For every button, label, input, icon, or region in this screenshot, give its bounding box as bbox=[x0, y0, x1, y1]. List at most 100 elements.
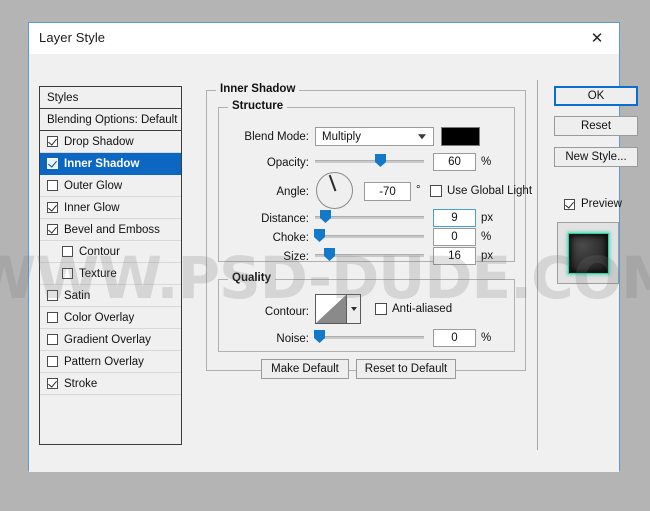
opacity-input[interactable]: 60 bbox=[433, 153, 476, 171]
distance-slider-track bbox=[315, 216, 424, 219]
style-list-item-drop-shadow[interactable]: Drop Shadow bbox=[40, 131, 181, 153]
style-list-item-texture[interactable]: Texture bbox=[40, 263, 181, 285]
styles-header-label: Styles bbox=[47, 91, 79, 104]
noise-value: 0 bbox=[451, 332, 458, 344]
preview-checkbox-box[interactable] bbox=[564, 198, 575, 210]
reset-to-default-button[interactable]: Reset to Default bbox=[356, 359, 456, 379]
contour-label: Contour: bbox=[264, 306, 309, 318]
contour-dropdown-button[interactable] bbox=[347, 294, 361, 324]
style-list-item-label: Texture bbox=[79, 267, 117, 280]
noise-label: Noise: bbox=[276, 333, 309, 345]
style-list-item-inner-glow[interactable]: Inner Glow bbox=[40, 197, 181, 219]
preview-checkbox[interactable]: Preview bbox=[564, 198, 622, 210]
noise-slider-thumb[interactable] bbox=[314, 330, 325, 343]
reset-to-default-label: Reset to Default bbox=[364, 363, 448, 375]
angle-input[interactable]: -70 bbox=[364, 182, 411, 201]
style-list-item-label: Stroke bbox=[64, 377, 98, 390]
use-global-light-checkbox[interactable]: Use Global Light bbox=[430, 185, 532, 197]
preview-checkbox-label: Preview bbox=[581, 198, 622, 210]
angle-unit: ° bbox=[416, 184, 421, 196]
style-list-item-checkbox[interactable] bbox=[62, 246, 73, 257]
noise-slider[interactable] bbox=[314, 330, 424, 344]
anti-aliased-box[interactable] bbox=[375, 303, 387, 315]
ok-button-label: OK bbox=[587, 90, 605, 102]
angle-label: Angle: bbox=[276, 186, 309, 198]
size-input[interactable]: 16 bbox=[433, 247, 476, 265]
reset-button[interactable]: Reset bbox=[554, 116, 638, 136]
style-list-item-checkbox[interactable] bbox=[47, 136, 58, 147]
choke-slider-thumb[interactable] bbox=[314, 229, 325, 242]
shadow-color-swatch[interactable] bbox=[441, 127, 480, 146]
blend-mode-label: Blend Mode: bbox=[244, 131, 309, 143]
distance-unit: px bbox=[481, 212, 494, 224]
opacity-slider-thumb[interactable] bbox=[375, 154, 386, 167]
quality-group-title: Quality bbox=[228, 272, 275, 284]
distance-label: Distance: bbox=[261, 213, 309, 225]
style-list-item-pattern-overlay[interactable]: Pattern Overlay bbox=[40, 351, 181, 373]
style-list-item-label: Pattern Overlay bbox=[64, 355, 144, 368]
contour-preset-swatch[interactable] bbox=[315, 294, 347, 324]
angle-value: -70 bbox=[379, 185, 396, 198]
new-style-button[interactable]: New Style... bbox=[554, 147, 638, 167]
style-list-item-checkbox[interactable] bbox=[62, 268, 73, 279]
quality-group: Quality Contour: Anti-aliased Noise: 0 % bbox=[218, 272, 515, 352]
angle-dial-needle bbox=[328, 174, 336, 191]
size-unit: px bbox=[481, 250, 494, 262]
blend-mode-select[interactable]: Multiply bbox=[315, 127, 434, 146]
style-list-item-label: Outer Glow bbox=[64, 179, 123, 192]
opacity-slider[interactable] bbox=[315, 154, 424, 168]
style-list-item-bevel-and-emboss[interactable]: Bevel and Emboss bbox=[40, 219, 181, 241]
style-list-item-label: Color Overlay bbox=[64, 311, 135, 324]
style-list-item-contour[interactable]: Contour bbox=[40, 241, 181, 263]
style-list-item-satin[interactable]: Satin bbox=[40, 285, 181, 307]
contour-curve-graphic bbox=[316, 295, 346, 323]
reset-button-label: Reset bbox=[580, 120, 612, 132]
ok-button[interactable]: OK bbox=[554, 86, 638, 106]
opacity-slider-track bbox=[315, 160, 424, 163]
blend-mode-value: Multiply bbox=[322, 130, 361, 143]
style-list-item-label: Bevel and Emboss bbox=[64, 223, 160, 236]
styles-list-empty-area bbox=[40, 395, 181, 444]
style-list-item-checkbox[interactable] bbox=[47, 224, 58, 235]
structure-group-title: Structure bbox=[228, 100, 288, 112]
style-list-item-outer-glow[interactable]: Outer Glow bbox=[40, 175, 181, 197]
style-list-item-checkbox[interactable] bbox=[47, 290, 58, 301]
chevron-down-icon bbox=[350, 307, 357, 311]
style-list-item-checkbox[interactable] bbox=[47, 378, 58, 389]
style-list-item-blending-options-default[interactable]: Blending Options: Default bbox=[40, 109, 181, 131]
distance-slider[interactable] bbox=[315, 210, 424, 224]
distance-value: 9 bbox=[451, 212, 458, 224]
style-list-item-checkbox[interactable] bbox=[47, 158, 58, 169]
opacity-unit: % bbox=[481, 156, 492, 168]
anti-aliased-checkbox[interactable]: Anti-aliased bbox=[375, 303, 452, 315]
style-list-item-label: Inner Shadow bbox=[64, 157, 140, 170]
style-list-item-stroke[interactable]: Stroke bbox=[40, 373, 181, 395]
choke-input[interactable]: 0 bbox=[433, 228, 476, 246]
use-global-light-box[interactable] bbox=[430, 185, 442, 197]
make-default-button[interactable]: Make Default bbox=[261, 359, 349, 379]
style-list-item-inner-shadow[interactable]: Inner Shadow bbox=[40, 153, 181, 175]
noise-unit: % bbox=[481, 332, 492, 344]
style-list-item-checkbox[interactable] bbox=[47, 334, 58, 345]
style-list-item-label: Inner Glow bbox=[64, 201, 120, 214]
size-slider-thumb[interactable] bbox=[324, 248, 335, 261]
style-list-item-checkbox[interactable] bbox=[47, 312, 58, 323]
angle-dial[interactable] bbox=[316, 172, 353, 209]
close-icon[interactable]: ✕ bbox=[575, 23, 619, 53]
style-list-item-checkbox[interactable] bbox=[47, 356, 58, 367]
style-list-item-checkbox[interactable] bbox=[47, 180, 58, 191]
noise-input[interactable]: 0 bbox=[433, 329, 476, 347]
choke-slider[interactable] bbox=[314, 229, 424, 243]
dialog-title: Layer Style bbox=[39, 30, 106, 45]
style-list-item-color-overlay[interactable]: Color Overlay bbox=[40, 307, 181, 329]
choke-slider-track bbox=[315, 235, 424, 238]
size-slider[interactable] bbox=[315, 248, 424, 262]
style-list-item-label: Contour bbox=[79, 245, 120, 258]
style-list-item-gradient-overlay[interactable]: Gradient Overlay bbox=[40, 329, 181, 351]
dialog-titlebar: Layer Style ✕ bbox=[29, 23, 619, 54]
style-list-item-checkbox[interactable] bbox=[47, 202, 58, 213]
distance-slider-thumb[interactable] bbox=[320, 210, 331, 223]
styles-list[interactable]: Styles Blending Options: Default Drop Sha… bbox=[39, 86, 182, 445]
distance-input[interactable]: 9 bbox=[433, 209, 476, 227]
inner-shadow-group: Inner Shadow Structure Blend Mode: Multi… bbox=[206, 83, 532, 371]
